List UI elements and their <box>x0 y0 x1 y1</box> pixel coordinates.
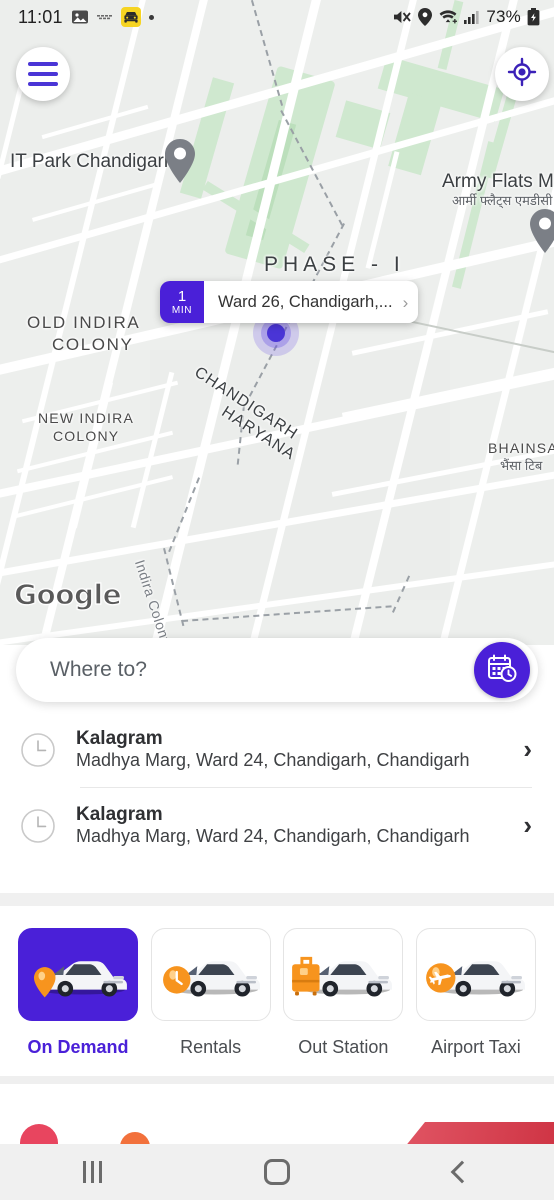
recent-place-row[interactable]: Kalagram Madhya Marg, Ward 24, Chandigar… <box>0 712 554 787</box>
battery-percent: 73% <box>486 7 521 26</box>
map-pin-it-park[interactable] <box>163 138 197 184</box>
service-category-list: On Demand Rentals Out Station Airport Ta… <box>0 906 554 1076</box>
search-placeholder: Where to? <box>50 658 147 681</box>
image-icon <box>71 8 89 26</box>
service-tile-out-station[interactable]: Out Station <box>283 928 404 1076</box>
recents-icon <box>82 1161 102 1183</box>
mute-icon <box>392 8 412 26</box>
recent-place-title: Kalagram <box>76 728 163 749</box>
recent-place-text: Kalagram Madhya Marg, Ward 24, Chandigar… <box>76 804 513 847</box>
promo-shape-banner-right <box>404 1122 554 1144</box>
my-location-button[interactable] <box>495 47 549 101</box>
notification-dot-icon <box>148 14 154 20</box>
clock-icon <box>18 730 58 770</box>
service-label: Airport Taxi <box>431 1037 521 1057</box>
google-watermark: Google <box>13 577 122 611</box>
service-label: On Demand <box>27 1037 129 1057</box>
promo-section-divider <box>0 1076 554 1084</box>
eta-badge: 1 MIN <box>160 281 204 323</box>
eta-minutes: 1 <box>177 287 187 305</box>
clock-icon <box>18 806 58 846</box>
my-location-crosshair-icon <box>507 57 537 92</box>
car-with-clock-icon <box>152 929 270 1020</box>
promo-shape-circle-mid <box>120 1132 150 1144</box>
status-bar-right: 73% <box>392 7 540 27</box>
android-navigation-bar <box>0 1144 554 1200</box>
eta-address-pill[interactable]: 1 MIN Ward 26, Chandigarh,... › <box>160 281 419 323</box>
chevron-right-icon[interactable]: › <box>523 734 532 765</box>
status-time: 11:01 <box>18 6 63 27</box>
status-bar-left: 11:01 <box>18 7 154 28</box>
recents-button[interactable] <box>0 1161 185 1183</box>
battery-charging-icon <box>527 8 540 26</box>
recent-place-subtitle: Madhya Marg, Ward 24, Chandigarh, Chandi… <box>76 750 470 770</box>
promo-shape-circle-left <box>20 1124 58 1144</box>
schedule-ride-button[interactable] <box>474 642 530 698</box>
eta-address-text: Ward 26, Chandigarh,... <box>218 292 393 311</box>
signal-icon <box>464 9 480 25</box>
hamburger-menu-icon <box>28 62 58 86</box>
back-button[interactable] <box>369 1160 554 1184</box>
car-with-location-pin-icon <box>19 929 137 1020</box>
service-card[interactable] <box>150 928 271 1021</box>
chevron-right-icon[interactable]: › <box>523 810 532 841</box>
back-icon <box>450 1160 473 1184</box>
screenshot-icon <box>96 11 113 23</box>
service-tile-rentals[interactable]: Rentals <box>150 928 271 1076</box>
service-card[interactable] <box>18 928 138 1021</box>
location-icon <box>418 8 433 26</box>
section-divider-band <box>0 893 554 906</box>
wifi-icon <box>438 9 458 25</box>
service-label: Rentals <box>180 1037 242 1057</box>
hamburger-menu-button[interactable] <box>16 47 70 101</box>
car-with-luggage-icon <box>284 929 402 1020</box>
status-bar: 11:01 73% <box>0 0 554 34</box>
recent-place-text: Kalagram Madhya Marg, Ward 24, Chandigar… <box>76 728 513 771</box>
chevron-right-icon: › <box>402 292 409 312</box>
recent-place-title: Kalagram <box>76 804 163 825</box>
service-label: Out Station <box>298 1037 389 1057</box>
calendar-clock-icon <box>486 652 518 689</box>
home-icon <box>264 1159 290 1185</box>
recent-place-subtitle: Madhya Marg, Ward 24, Chandigarh, Chandi… <box>76 826 470 846</box>
car-with-airplane-icon <box>417 929 535 1020</box>
map-pin-army-flats[interactable] <box>528 208 554 254</box>
map-view[interactable]: IT Park Chandigarh Army Flats MDC आर्मी … <box>0 0 554 645</box>
destination-search-bar[interactable]: Where to? <box>16 638 538 702</box>
recent-place-row[interactable]: Kalagram Madhya Marg, Ward 24, Chandigar… <box>0 788 554 863</box>
app-screen: IT Park Chandigarh Army Flats MDC आर्मी … <box>0 0 554 1200</box>
service-card[interactable] <box>415 928 536 1021</box>
home-button[interactable] <box>185 1159 370 1185</box>
eta-body[interactable]: Ward 26, Chandigarh,... › <box>204 281 419 323</box>
promo-banner-peek[interactable] <box>0 1084 554 1144</box>
service-card[interactable] <box>283 928 404 1021</box>
service-tile-airport-taxi[interactable]: Airport Taxi <box>415 928 536 1076</box>
taxi-app-icon <box>120 7 141 27</box>
eta-unit: MIN <box>171 304 193 316</box>
recent-places-list: Kalagram Madhya Marg, Ward 24, Chandigar… <box>0 712 554 863</box>
service-tile-on-demand[interactable]: On Demand <box>18 928 138 1076</box>
